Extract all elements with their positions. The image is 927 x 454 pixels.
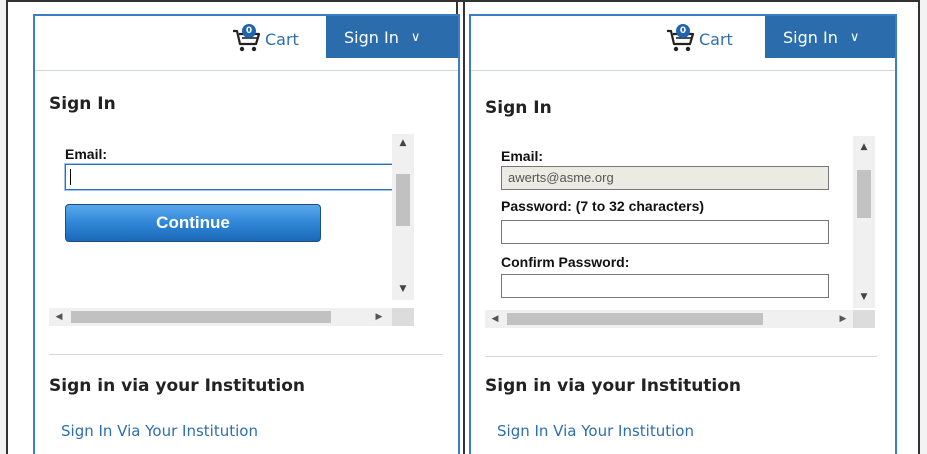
horizontal-scrollbar[interactable]: ◀ ▶ (49, 308, 392, 326)
email-field-value: awerts@asme.org (508, 170, 614, 185)
scroll-left-arrow[interactable]: ◀ (487, 310, 503, 328)
signin-dropdown-button[interactable]: Sign In ∨ (765, 16, 895, 58)
left-signin-panel: 0 Cart Sign In ∨ Sign In Email: Continue… (33, 14, 460, 454)
vertical-scroll-thumb[interactable] (857, 170, 871, 218)
cart-count-badge: 0 (676, 24, 690, 38)
confirm-password-label: Confirm Password: (501, 254, 630, 270)
cart-label: Cart (265, 29, 299, 49)
scrollbar-corner (853, 310, 875, 328)
cart-icon: 0 (231, 24, 263, 53)
institution-heading: Sign in via your Institution (485, 376, 742, 396)
scrollbar-corner (392, 308, 414, 326)
cart-label: Cart (699, 29, 733, 49)
scroll-up-arrow[interactable]: ▲ (392, 138, 414, 148)
top-bar: 0 Cart Sign In ∨ (35, 16, 458, 71)
password-label: Password: (7 to 32 characters) (501, 198, 705, 214)
scroll-left-arrow[interactable]: ◀ (51, 308, 67, 326)
signin-form-scrollbox: Email: Continue ▲ ▼ ◀ ▶ (49, 134, 414, 326)
scroll-down-arrow[interactable]: ▼ (392, 284, 414, 294)
cart-link[interactable]: 0 Cart (665, 24, 733, 54)
horizontal-scroll-thumb[interactable] (507, 313, 763, 325)
email-label: Email: (501, 148, 544, 164)
horizontal-scrollbar[interactable]: ◀ ▶ (485, 310, 853, 328)
vertical-scrollbar[interactable]: ▲ ▼ (853, 136, 875, 308)
top-bar: 0 Cart Sign In ∨ (471, 16, 895, 71)
cart-icon: 0 (665, 24, 697, 53)
email-label: Email: (65, 146, 108, 162)
scroll-down-arrow[interactable]: ▼ (853, 292, 875, 302)
confirm-password-field[interactable] (501, 274, 829, 298)
continue-button[interactable]: Continue (65, 204, 321, 242)
right-signin-panel: 0 Cart Sign In ∨ Sign In Email: awerts@a… (469, 14, 897, 454)
email-field[interactable]: awerts@asme.org (501, 166, 829, 190)
section-separator (485, 356, 877, 357)
institution-heading: Sign in via your Institution (49, 376, 306, 396)
chevron-down-icon: ∨ (410, 29, 421, 45)
signin-button-label: Sign In (344, 27, 399, 47)
signin-dropdown-button[interactable]: Sign In ∨ (326, 16, 458, 58)
section-separator (49, 354, 443, 355)
institution-signin-link[interactable]: Sign In Via Your Institution (497, 422, 694, 440)
vertical-scrollbar[interactable]: ▲ ▼ (392, 134, 414, 300)
institution-signin-link[interactable]: Sign In Via Your Institution (61, 422, 258, 440)
cart-link[interactable]: 0 Cart (231, 24, 299, 54)
scroll-up-arrow[interactable]: ▲ (853, 142, 875, 152)
password-field[interactable] (501, 220, 829, 244)
chevron-down-icon: ∨ (849, 29, 860, 45)
signin-button-label: Sign In (783, 27, 838, 47)
signin-heading: Sign In (49, 94, 116, 114)
cart-count-badge: 0 (242, 24, 256, 38)
text-caret (70, 169, 71, 185)
horizontal-scroll-thumb[interactable] (71, 311, 331, 323)
scroll-right-arrow[interactable]: ▶ (835, 310, 851, 328)
vertical-scroll-thumb[interactable] (396, 174, 410, 226)
scroll-right-arrow[interactable]: ▶ (371, 308, 387, 326)
email-field[interactable] (65, 164, 396, 190)
signin-heading: Sign In (485, 98, 552, 118)
signin-form-scrollbox: Email: awerts@asme.org Password: (7 to 3… (485, 136, 875, 336)
